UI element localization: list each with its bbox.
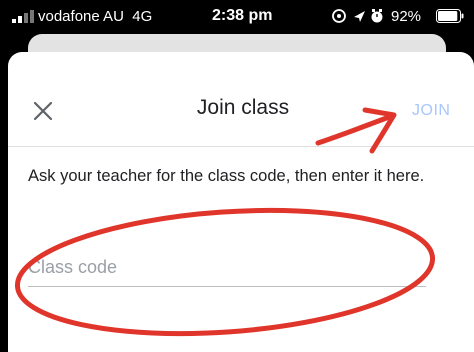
join-button[interactable]: JOIN <box>412 102 450 120</box>
screen-lock-icon <box>332 9 346 23</box>
status-icons <box>332 9 383 23</box>
instructions-text: Ask your teacher for the class code, the… <box>28 167 425 185</box>
alarm-icon <box>371 9 383 23</box>
close-icon[interactable] <box>28 96 58 126</box>
status-bar: vodafone AU 4G 2:38 pm 92% <box>0 0 474 34</box>
network-label: 4G <box>132 8 153 25</box>
clock: 2:38 pm <box>212 7 273 24</box>
carrier-label: vodafone AU 4G <box>38 8 153 25</box>
class-code-underline <box>28 286 426 287</box>
location-icon <box>354 11 365 22</box>
battery-icon <box>436 9 464 23</box>
battery-percent: 92% <box>391 8 422 25</box>
signal-icon <box>12 10 34 23</box>
dialog-title: Join class <box>196 96 290 119</box>
class-code-input[interactable] <box>28 252 426 282</box>
header-divider <box>8 146 474 147</box>
